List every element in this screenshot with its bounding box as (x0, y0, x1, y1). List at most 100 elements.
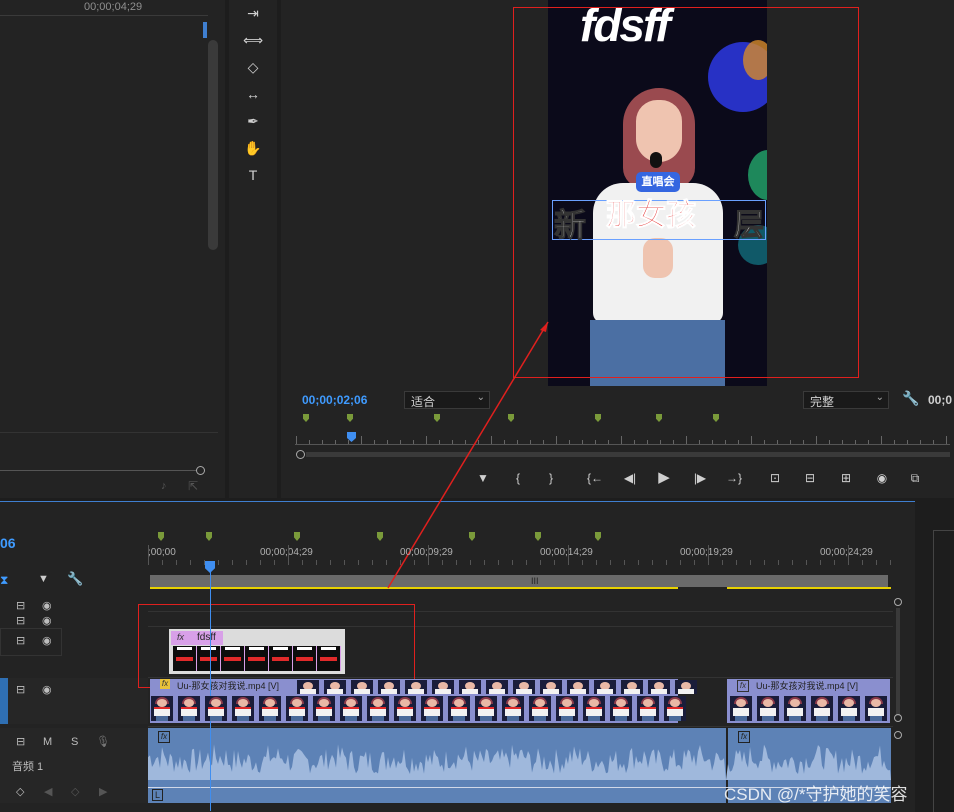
go-to-in-icon[interactable]: {← (582, 468, 608, 488)
play-icon[interactable]: ▶ (651, 468, 677, 488)
mute-button[interactable]: M (43, 736, 52, 748)
next-keyframe-icon[interactable]: ▶ (99, 785, 107, 798)
ruler-tick (708, 545, 709, 565)
film-sync-icon[interactable]: ⊟ (16, 599, 25, 612)
eye-icon[interactable]: ◉ (42, 683, 52, 696)
zoom-handle[interactable] (196, 466, 205, 475)
quality-dropdown[interactable]: 完整 ⌄ (803, 391, 889, 409)
clip-thumbnail (610, 696, 632, 721)
ripple-edit-icon[interactable]: ⟺ (243, 31, 263, 49)
add-keyframe-icon[interactable]: ◇ (71, 785, 79, 798)
ruler-tick (330, 560, 331, 565)
film-sync-icon[interactable]: ⊟ (16, 683, 25, 696)
ruler-tick (296, 436, 297, 444)
keyframe-icon[interactable]: ◇ (16, 785, 24, 798)
thumb-shirt (814, 708, 830, 716)
thumb-face (373, 699, 383, 707)
film-sync-icon[interactable]: ⊟ (16, 735, 25, 748)
insert-audio-icon[interactable]: ♪ (161, 480, 167, 492)
thumb-caption (316, 707, 332, 709)
quality-dropdown-value: 完整 (810, 395, 835, 409)
thumb-shirt (640, 708, 656, 716)
track-v1-target[interactable] (0, 678, 8, 724)
thumb-shirt (424, 708, 440, 716)
eye-icon[interactable]: ◉ (42, 599, 52, 612)
thumb-jeans (669, 716, 681, 721)
add-marker-icon[interactable]: ▼ (470, 468, 496, 488)
clip-thumbnail (448, 696, 470, 721)
snap-icon[interactable]: ⧗ (0, 573, 8, 588)
thumb-jeans (237, 716, 249, 721)
film-sync-icon[interactable]: ⊟ (16, 614, 25, 627)
wrench-icon[interactable]: 🔧 (902, 390, 919, 407)
timeline-vscrollbar[interactable] (896, 608, 900, 716)
razor-icon[interactable]: ◇ (243, 58, 263, 76)
clip-thumbnail (675, 680, 697, 694)
track-header-v2 (0, 628, 62, 656)
timeline-timecode[interactable]: 06 (0, 535, 16, 551)
clip-thumbnail (583, 696, 605, 721)
extract-icon[interactable]: ⊟ (797, 468, 823, 488)
thumb-shirt (370, 708, 386, 716)
ruler-tick (452, 440, 453, 444)
work-area-grip[interactable]: III (531, 576, 539, 586)
thumb-shirt (624, 689, 640, 694)
mark-out-icon[interactable]: } (538, 468, 564, 488)
work-area-bar[interactable] (150, 575, 888, 587)
export-icon[interactable]: ⇱ (188, 479, 198, 493)
thumb-caption (505, 707, 521, 709)
thumb-jeans (789, 716, 801, 721)
go-to-out-icon[interactable]: →} (721, 468, 747, 488)
source-scrollbar[interactable] (208, 40, 218, 250)
step-back-icon[interactable]: ◀| (617, 468, 643, 488)
ruler-tick (738, 440, 739, 444)
track-select-forward-icon[interactable]: ⇥ (243, 4, 263, 22)
ruler-tick (750, 560, 751, 565)
prev-keyframe-icon[interactable]: ◀ (44, 785, 52, 798)
ruler-tick (556, 436, 557, 444)
ruler-tick (456, 560, 457, 565)
program-scroll-handle[interactable] (296, 450, 305, 459)
microphone-icon[interactable]: 🎙 (96, 735, 110, 748)
timeline-scroll-top[interactable] (894, 598, 902, 606)
ruler-tick (413, 440, 414, 444)
pen-icon[interactable]: ✒ (243, 112, 263, 130)
clip-thumbnail (178, 696, 200, 721)
thumb-shirt (532, 708, 548, 716)
thumb-jeans (264, 716, 276, 721)
slip-icon[interactable]: ↔ (243, 85, 263, 103)
hand-icon[interactable]: ✋ (243, 139, 263, 157)
thumb-shirt (733, 708, 749, 716)
compare-icon[interactable]: ⧉ (902, 468, 928, 488)
thumb-shirt (343, 708, 359, 716)
eye-icon[interactable]: ◉ (42, 634, 52, 647)
wrench-icon[interactable]: 🔧 (67, 571, 83, 587)
ruler-tick (829, 440, 830, 444)
solo-button[interactable]: S (71, 736, 78, 748)
export-frame-icon[interactable]: ◉ (869, 468, 895, 488)
program-end-timecode: 00;0 (928, 393, 953, 407)
mark-in-icon[interactable]: { (505, 468, 531, 488)
ruler-tick (881, 436, 882, 444)
thumb-face (211, 699, 221, 707)
clip-thumbnail (567, 680, 589, 694)
timeline-scroll-top-2[interactable] (894, 731, 902, 739)
program-current-timecode[interactable]: 00;00;02;06 (302, 393, 367, 407)
type-icon[interactable]: T (243, 166, 263, 184)
eye-icon[interactable]: ◉ (42, 614, 52, 627)
film-sync-icon[interactable]: ⊟ (16, 634, 25, 647)
add-marker-icon[interactable]: ▼ (38, 573, 49, 585)
clip-thumbnail (367, 696, 389, 721)
ruler-tick (288, 545, 289, 565)
step-forward-icon[interactable]: |▶ (687, 468, 713, 488)
ruler-tick (400, 440, 401, 444)
lift-icon[interactable]: ⊡ (762, 468, 788, 488)
ruler-tick (372, 560, 373, 565)
fit-dropdown[interactable]: 适合 ⌄ (404, 391, 490, 409)
source-playhead-marker[interactable] (203, 22, 207, 38)
program-scrollbar[interactable] (306, 452, 950, 457)
insert-icon[interactable]: ⊞ (833, 468, 859, 488)
program-ruler[interactable] (295, 436, 950, 445)
timeline-scroll-bottom[interactable] (894, 714, 902, 722)
thumb-shirt (613, 708, 629, 716)
